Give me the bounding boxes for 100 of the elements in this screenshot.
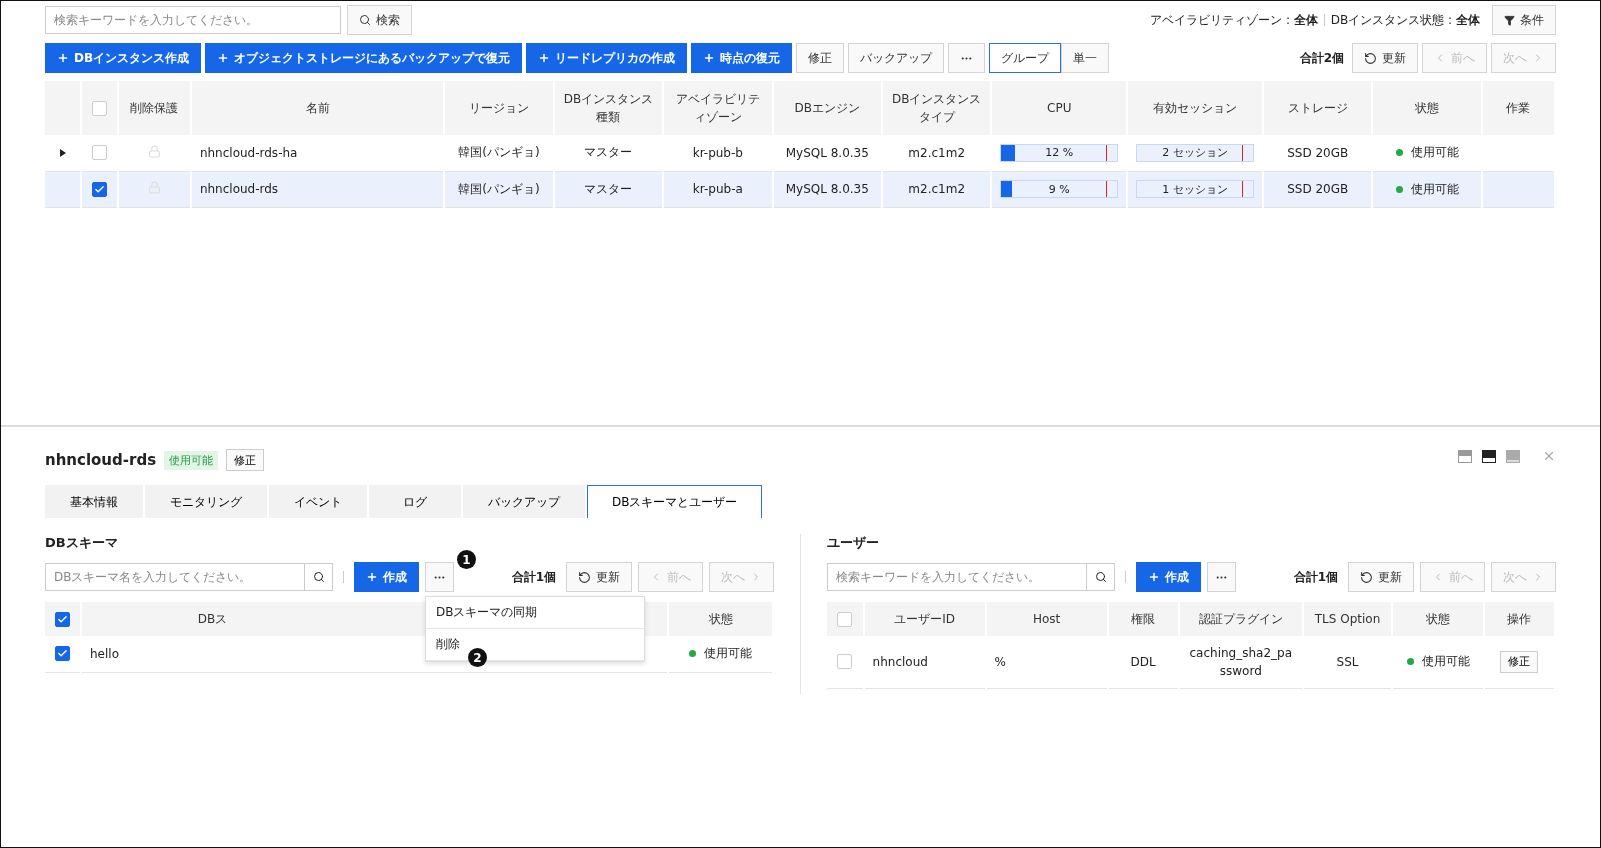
refresh-button[interactable]: 更新 bbox=[566, 562, 632, 592]
action-button[interactable]: 修正 bbox=[796, 43, 845, 73]
total-count: 合計2個 bbox=[1299, 49, 1344, 67]
expand-arrow-icon[interactable] bbox=[59, 148, 66, 157]
status-dot-icon bbox=[1395, 149, 1403, 157]
conditions-button[interactable]: 条件 bbox=[1492, 5, 1556, 35]
check-icon bbox=[94, 183, 106, 195]
instance-title: nhncloud-rds bbox=[45, 451, 157, 469]
column-header: 状態 bbox=[1415, 101, 1440, 115]
status-dot-icon bbox=[1406, 658, 1414, 666]
filter-icon bbox=[1504, 14, 1515, 26]
action-button[interactable]: DBインスタンス作成 bbox=[45, 43, 202, 73]
column-header: リージョン bbox=[468, 101, 529, 115]
column-header: DBス bbox=[197, 612, 228, 626]
plus-icon bbox=[366, 571, 378, 583]
refresh-icon bbox=[578, 570, 591, 584]
search-button[interactable] bbox=[305, 563, 333, 591]
plus-icon bbox=[57, 52, 69, 64]
table-cell: % bbox=[994, 654, 1006, 669]
schema-search-field[interactable]: DBスキーマ名を入力してください。 bbox=[45, 563, 305, 591]
section-heading: ユーザー bbox=[827, 534, 880, 552]
tab[interactable]: ログ bbox=[369, 485, 461, 518]
action-button[interactable]: リードレプリカの作成 bbox=[526, 43, 688, 73]
action-button[interactable]: 時点の復元 bbox=[691, 43, 793, 73]
status-dot-icon bbox=[689, 650, 696, 658]
search-button[interactable]: 検索 bbox=[347, 5, 412, 35]
checkbox[interactable] bbox=[55, 612, 70, 627]
view-toggle-button[interactable]: グループ bbox=[989, 43, 1062, 73]
status-text: 使用可能 bbox=[1406, 653, 1470, 671]
status-text: 使用可能 bbox=[1395, 144, 1459, 162]
refresh-icon bbox=[1360, 570, 1373, 584]
more-button[interactable] bbox=[1207, 562, 1236, 592]
session-meter: 1 セッション bbox=[1136, 180, 1254, 198]
search-icon bbox=[312, 571, 325, 583]
checkbox[interactable] bbox=[92, 181, 108, 197]
table-cell: caching_sha2_password bbox=[1189, 645, 1293, 678]
edit-button[interactable]: 修正 bbox=[226, 449, 265, 471]
column-header: 削除保護 bbox=[130, 101, 179, 115]
layout-full-icon[interactable] bbox=[1506, 449, 1520, 463]
table-cell: nhncloud-rds bbox=[199, 182, 279, 196]
plus-icon bbox=[538, 52, 551, 64]
table-cell: m2.c1m2 bbox=[908, 145, 966, 160]
tab[interactable]: モニタリング bbox=[145, 485, 267, 518]
table-row[interactable]: nhncloud-rds-ha 韓国(パンギョ) マスター kr-pub-b MySQL 8.0.35 m2.c1m2 12 % 2 セッション SSD 20GB 使用可能 bbox=[45, 135, 1555, 171]
table-cell: SSL bbox=[1336, 654, 1359, 669]
cpu-meter: 12 % bbox=[1000, 143, 1119, 162]
total-count: 合計1個 bbox=[1293, 568, 1338, 586]
column-header: アベイラビリティゾーン bbox=[675, 92, 760, 124]
table-cell: hello bbox=[90, 646, 119, 661]
column-header: 有効セッション bbox=[1153, 101, 1238, 115]
status-text: 使用可能 bbox=[689, 645, 752, 663]
search-field[interactable]: 検索キーワードを入力してください。 bbox=[45, 6, 341, 34]
create-button[interactable]: 作成 bbox=[1136, 562, 1201, 592]
tab[interactable]: 基本情報 bbox=[45, 485, 143, 518]
table-cell: nhncloud-rds-ha bbox=[199, 145, 298, 160]
refresh-button[interactable]: 更新 bbox=[1352, 43, 1418, 73]
create-button[interactable]: 作成 bbox=[354, 562, 419, 592]
table-cell: DDL bbox=[1130, 654, 1156, 669]
user-search-field[interactable]: 検索キーワードを入力してください。 bbox=[827, 563, 1087, 591]
tab[interactable]: バックアップ bbox=[463, 485, 585, 518]
more-button[interactable] bbox=[948, 43, 986, 73]
plus-icon bbox=[703, 52, 716, 64]
more-button[interactable] bbox=[425, 562, 454, 592]
column-header: 名前 bbox=[305, 101, 330, 115]
status-text: 使用可能 bbox=[1395, 180, 1459, 198]
layout-bottom-icon[interactable] bbox=[1482, 449, 1496, 463]
column-header: 認証プラグイン bbox=[1198, 612, 1283, 626]
action-button[interactable]: バックアップ bbox=[848, 43, 945, 73]
table-cell: kr-pub-a bbox=[692, 182, 743, 196]
plus-icon bbox=[1148, 571, 1160, 583]
lock-icon bbox=[147, 144, 161, 158]
refresh-button[interactable]: 更新 bbox=[1348, 562, 1414, 592]
table-cell: kr-pub-b bbox=[692, 145, 743, 160]
table-row[interactable]: nhncloud-rds 韓国(パンギョ) マスター kr-pub-a MySQL 8.0.35 m2.c1m2 9 % 1 セッション SSD 20GB 使用可能 bbox=[45, 171, 1555, 207]
table-cell: マスター bbox=[584, 145, 633, 160]
lock-icon bbox=[147, 181, 161, 194]
table-cell: nhncloud bbox=[872, 654, 928, 669]
tab[interactable]: イベント bbox=[269, 485, 367, 518]
checkbox[interactable] bbox=[55, 646, 70, 662]
layout-top-icon[interactable] bbox=[1458, 449, 1472, 463]
search-button[interactable] bbox=[1087, 563, 1115, 591]
total-count: 合計1個 bbox=[511, 568, 556, 586]
view-toggle-button[interactable]: 単一 bbox=[1061, 43, 1110, 73]
search-icon bbox=[359, 14, 371, 26]
action-button[interactable]: オブジェクトストレージにあるバックアップで復元 bbox=[205, 43, 523, 73]
column-header: 状態 bbox=[1426, 612, 1450, 626]
search-icon bbox=[1094, 571, 1107, 583]
tab[interactable]: DBスキーマとユーザー bbox=[587, 485, 763, 518]
edit-button[interactable]: 修正 bbox=[1500, 650, 1539, 673]
column-header: 操作 bbox=[1507, 612, 1532, 626]
table-cell: 韓国(パンギョ) bbox=[458, 181, 540, 196]
menu-item[interactable]: DBスキーマの同期 bbox=[426, 597, 644, 629]
table-cell: SSD 20GB bbox=[1287, 145, 1349, 160]
column-header: ストレージ bbox=[1287, 101, 1348, 115]
column-header: 状態 bbox=[708, 612, 733, 626]
close-icon[interactable] bbox=[1542, 449, 1556, 463]
filter-summary: アベイラビリティゾーン : 全体 bbox=[1150, 11, 1318, 29]
table-cell: マスター bbox=[584, 181, 633, 196]
callout-marker: 1 bbox=[457, 550, 476, 569]
column-header: DBインスタンスタイプ bbox=[891, 92, 982, 124]
